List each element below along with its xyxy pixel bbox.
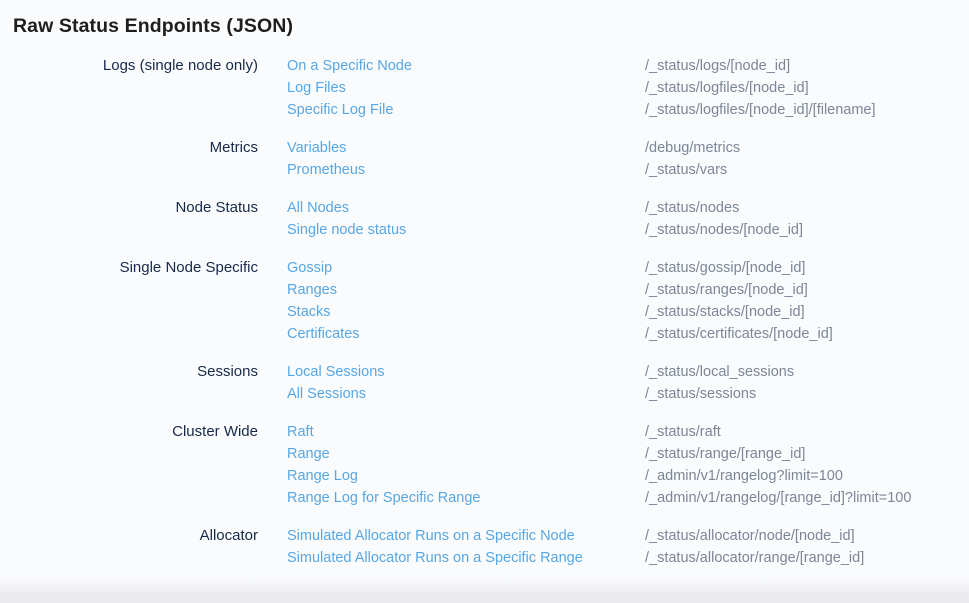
links-column: GossipRangesStacksCertificates <box>287 257 645 345</box>
paths-column: /_status/logs/[node_id]/_status/logfiles… <box>645 55 969 121</box>
paths-column: /_status/raft/_status/range/[range_id]/_… <box>645 421 969 509</box>
bottom-fade-strip <box>0 577 969 603</box>
endpoint-link[interactable]: Specific Log File <box>287 99 645 121</box>
category-label: Logs (single node only) <box>0 55 258 77</box>
endpoint-link[interactable]: Range <box>287 443 645 465</box>
endpoint-path: /_status/vars <box>645 159 969 181</box>
endpoint-path: /_status/logfiles/[node_id]/[filename] <box>645 99 969 121</box>
endpoint-link[interactable]: Range Log for Specific Range <box>287 487 645 509</box>
links-column: RaftRangeRange LogRange Log for Specific… <box>287 421 645 509</box>
category-label: Metrics <box>0 137 258 159</box>
endpoint-group: Allocator Simulated Allocator Runs on a … <box>0 525 969 569</box>
endpoint-link[interactable]: Range Log <box>287 465 645 487</box>
endpoint-link[interactable]: All Sessions <box>287 383 645 405</box>
paths-column: /debug/metrics/_status/vars <box>645 137 969 181</box>
endpoint-path: /_status/nodes/[node_id] <box>645 219 969 241</box>
endpoint-table: Logs (single node only) On a Specific No… <box>0 55 969 569</box>
endpoint-link[interactable]: On a Specific Node <box>287 55 645 77</box>
endpoint-link[interactable]: Single node status <box>287 219 645 241</box>
endpoint-link[interactable]: Stacks <box>287 301 645 323</box>
links-column: Local SessionsAll Sessions <box>287 361 645 405</box>
endpoint-link[interactable]: Simulated Allocator Runs on a Specific N… <box>287 525 645 547</box>
endpoint-path: /_status/gossip/[node_id] <box>645 257 969 279</box>
endpoint-path: /_admin/v1/rangelog?limit=100 <box>645 465 969 487</box>
endpoint-path: /_admin/v1/rangelog/[range_id]?limit=100 <box>645 487 969 509</box>
paths-column: /_status/local_sessions/_status/sessions <box>645 361 969 405</box>
paths-column: /_status/nodes/_status/nodes/[node_id] <box>645 197 969 241</box>
endpoint-link[interactable]: Gossip <box>287 257 645 279</box>
category-label: Node Status <box>0 197 258 219</box>
endpoint-path: /_status/certificates/[node_id] <box>645 323 969 345</box>
endpoint-link[interactable]: Local Sessions <box>287 361 645 383</box>
category-label: Allocator <box>0 525 258 547</box>
links-column: On a Specific NodeLog FilesSpecific Log … <box>287 55 645 121</box>
endpoint-link[interactable]: All Nodes <box>287 197 645 219</box>
endpoint-group: Cluster Wide RaftRangeRange LogRange Log… <box>0 421 969 509</box>
paths-column: /_status/gossip/[node_id]/_status/ranges… <box>645 257 969 345</box>
endpoint-link[interactable]: Certificates <box>287 323 645 345</box>
endpoint-group: Node Status All NodesSingle node status … <box>0 197 969 241</box>
endpoint-link[interactable]: Log Files <box>287 77 645 99</box>
endpoint-path: /_status/local_sessions <box>645 361 969 383</box>
endpoint-path: /_status/allocator/node/[node_id] <box>645 525 969 547</box>
endpoint-link[interactable]: Prometheus <box>287 159 645 181</box>
paths-column: /_status/allocator/node/[node_id]/_statu… <box>645 525 969 569</box>
endpoint-path: /debug/metrics <box>645 137 969 159</box>
endpoint-path: /_status/raft <box>645 421 969 443</box>
endpoint-link[interactable]: Ranges <box>287 279 645 301</box>
endpoint-link[interactable]: Simulated Allocator Runs on a Specific R… <box>287 547 645 569</box>
endpoint-path: /_status/logs/[node_id] <box>645 55 969 77</box>
endpoint-group: Sessions Local SessionsAll Sessions /_st… <box>0 361 969 405</box>
endpoint-group: Single Node Specific GossipRangesStacksC… <box>0 257 969 345</box>
category-label: Sessions <box>0 361 258 383</box>
endpoint-link[interactable]: Variables <box>287 137 645 159</box>
endpoint-link[interactable]: Raft <box>287 421 645 443</box>
links-column: All NodesSingle node status <box>287 197 645 241</box>
endpoint-group: Logs (single node only) On a Specific No… <box>0 55 969 121</box>
category-label: Single Node Specific <box>0 257 258 279</box>
endpoint-path: /_status/sessions <box>645 383 969 405</box>
endpoint-path: /_status/ranges/[node_id] <box>645 279 969 301</box>
endpoint-group: Metrics VariablesPrometheus /debug/metri… <box>0 137 969 181</box>
links-column: VariablesPrometheus <box>287 137 645 181</box>
endpoint-path: /_status/range/[range_id] <box>645 443 969 465</box>
category-label: Cluster Wide <box>0 421 258 443</box>
endpoint-path: /_status/stacks/[node_id] <box>645 301 969 323</box>
page-title: Raw Status Endpoints (JSON) <box>13 13 969 39</box>
links-column: Simulated Allocator Runs on a Specific N… <box>287 525 645 569</box>
endpoint-path: /_status/allocator/range/[range_id] <box>645 547 969 569</box>
endpoint-path: /_status/logfiles/[node_id] <box>645 77 969 99</box>
endpoint-path: /_status/nodes <box>645 197 969 219</box>
raw-status-endpoints-page: Raw Status Endpoints (JSON) Logs (single… <box>0 0 969 569</box>
